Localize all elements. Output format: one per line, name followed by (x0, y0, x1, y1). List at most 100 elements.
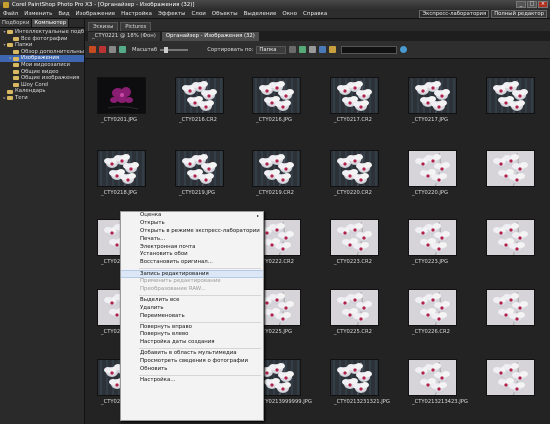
thumbnail-item[interactable]: _CTY0225.CR2 (318, 272, 384, 340)
express-lab-button[interactable]: Экспресс-лаборатория (419, 10, 490, 18)
flower-thumbnail[interactable] (486, 289, 535, 326)
menu-item-6[interactable]: Слои (191, 11, 205, 17)
menu-item-0[interactable]: Файл (3, 11, 18, 17)
thumbnail-item[interactable]: _CTY0219.JPG (163, 133, 229, 201)
tab-thumbnails[interactable]: Эскизы (88, 22, 119, 31)
flower-thumbnail[interactable] (97, 77, 146, 114)
thumbnail-item[interactable]: _CTY0217.JPG (396, 60, 462, 128)
tree-item[interactable]: Календарь (0, 88, 84, 95)
edit-icon[interactable] (89, 46, 96, 53)
flower-thumbnail[interactable] (252, 150, 301, 187)
tree-item[interactable]: ▾ Папки (0, 42, 84, 49)
close-button[interactable]: × (538, 1, 548, 8)
context-menu-item[interactable]: Выделить все (121, 297, 263, 305)
thumbnail-item[interactable]: _CTY0216.JPG (240, 60, 306, 128)
thumbnail-item[interactable] (474, 60, 540, 128)
maximize-button[interactable]: □ (527, 1, 537, 8)
context-menu-item[interactable]: Установить обои (121, 251, 263, 259)
thumbnail-item[interactable] (474, 342, 540, 410)
context-menu-item[interactable]: Электронная почта (121, 244, 263, 252)
thumbnail-item[interactable]: _CTY0216.CR2 (163, 60, 229, 128)
thumbnail-item[interactable]: _CTY0226.CR2 (396, 272, 462, 340)
tab-collections[interactable]: Подборки (0, 19, 33, 27)
flower-thumbnail[interactable] (486, 77, 535, 114)
tab-computer[interactable]: Компьютер (32, 19, 70, 27)
document-tab-organizer[interactable]: Органайзер - Изображения (32) (161, 31, 259, 41)
thumbnail-item[interactable]: _CTY0213213423.JPG (396, 342, 468, 410)
context-menu-item[interactable]: Восстановить оригинал... (121, 259, 263, 267)
copy-icon[interactable] (109, 46, 116, 53)
thumbnail-item[interactable] (474, 272, 540, 340)
menu-item-3[interactable]: Изображение (76, 11, 116, 17)
context-menu-item[interactable]: Обновить (121, 366, 263, 374)
tree-item[interactable]: ▸ Изображения (0, 55, 84, 62)
zoom-slider[interactable] (160, 46, 189, 53)
thumbnail-item[interactable]: _CTY0220.JPG (396, 133, 462, 201)
menu-item-10[interactable]: Справка (303, 11, 327, 17)
flower-thumbnail[interactable] (408, 77, 457, 114)
menu-item-9[interactable]: Окно (282, 11, 297, 17)
thumbnail-item[interactable]: _CTY0213231321.JPG (318, 342, 390, 410)
menu-item-1[interactable]: Изменить (24, 11, 52, 17)
context-menu-item[interactable]: Повернуть вправо (121, 324, 263, 332)
flower-thumbnail[interactable] (330, 219, 379, 256)
tree-item[interactable]: Обзор дополнительных папок... (0, 49, 84, 56)
tree-item[interactable]: ▸ Теги (0, 95, 84, 102)
context-menu-item[interactable]: Добавить в область мультимедиа (121, 350, 263, 358)
filter-icon[interactable] (299, 46, 307, 53)
context-menu-item[interactable]: Оценка ▸ (121, 212, 263, 220)
context-menu-item[interactable]: Удалить (121, 305, 263, 313)
tree-item[interactable]: Все фотографии (0, 36, 84, 43)
menu-item-7[interactable]: Объекты (212, 11, 238, 17)
flower-thumbnail[interactable] (330, 359, 379, 396)
menu-item-2[interactable]: Вид (58, 11, 69, 17)
minimize-button[interactable]: _ (516, 1, 526, 8)
context-menu-item[interactable]: Открыть в режиме экспресс-лаборатории (121, 228, 263, 236)
print-icon[interactable] (309, 46, 317, 53)
tree-item[interactable]: ▾Интеллектуальные подборки (0, 29, 84, 36)
flower-thumbnail[interactable] (175, 150, 224, 187)
full-editor-button[interactable]: Полный редактор (491, 10, 547, 18)
folder-icon[interactable] (329, 46, 337, 53)
document-tab-image[interactable]: _CTY0221 @ 18% (Фон) (88, 31, 160, 41)
context-menu-item[interactable]: Печать... (121, 236, 263, 244)
flower-thumbnail[interactable] (408, 219, 457, 256)
context-menu-item[interactable]: Открыть (121, 220, 263, 228)
tab-pictures[interactable]: Pictures (120, 22, 152, 31)
tree-item[interactable]: Мои видеозаписи (0, 62, 84, 69)
context-menu-item[interactable]: Переименовать (121, 313, 263, 321)
sort-select[interactable]: Папка (256, 45, 287, 54)
tree-item[interactable]: Шоу Corel (0, 82, 84, 89)
flower-thumbnail[interactable] (408, 359, 457, 396)
menu-item-4[interactable]: Настройка (121, 11, 152, 17)
flower-thumbnail[interactable] (330, 289, 379, 326)
tree-item[interactable]: Общие изображения (0, 75, 84, 82)
thumbnail-item[interactable]: _CTY0223.CR2 (318, 202, 384, 270)
menu-item-5[interactable]: Эффекты (158, 11, 186, 17)
flower-thumbnail[interactable] (330, 77, 379, 114)
sort-direction-icon[interactable] (289, 46, 297, 53)
flower-thumbnail[interactable] (486, 359, 535, 396)
thumbnail-item[interactable] (474, 202, 540, 270)
menu-item-8[interactable]: Выделение (244, 11, 277, 17)
thumbnail-item[interactable]: _CTY0218.JPG (85, 133, 151, 201)
context-menu-item[interactable]: Настройка даты создания (121, 339, 263, 347)
flower-thumbnail[interactable] (486, 150, 535, 187)
thumbnail-item[interactable]: _CTY0201.JPG (85, 60, 151, 128)
thumbnail-item[interactable]: _CTY0223.JPG (396, 202, 462, 270)
flower-thumbnail[interactable] (97, 150, 146, 187)
flower-thumbnail[interactable] (330, 150, 379, 187)
flower-thumbnail[interactable] (408, 150, 457, 187)
search-input[interactable] (341, 45, 398, 54)
thumbnail-item[interactable]: _CTY0217.CR2 (318, 60, 384, 128)
thumbnail-item[interactable] (474, 133, 540, 201)
thumbnail-item[interactable]: _CTY0219.CR2 (240, 133, 306, 201)
context-menu-item[interactable]: Просмотреть сведения о фотографии (121, 358, 263, 366)
flower-thumbnail[interactable] (486, 219, 535, 256)
refresh-icon[interactable] (400, 46, 408, 53)
info-icon[interactable] (319, 46, 327, 53)
tree-item[interactable]: Общие видео (0, 69, 84, 76)
delete-icon[interactable] (99, 46, 106, 53)
import-icon[interactable] (119, 46, 126, 53)
zoom-slider-handle[interactable] (164, 46, 169, 53)
